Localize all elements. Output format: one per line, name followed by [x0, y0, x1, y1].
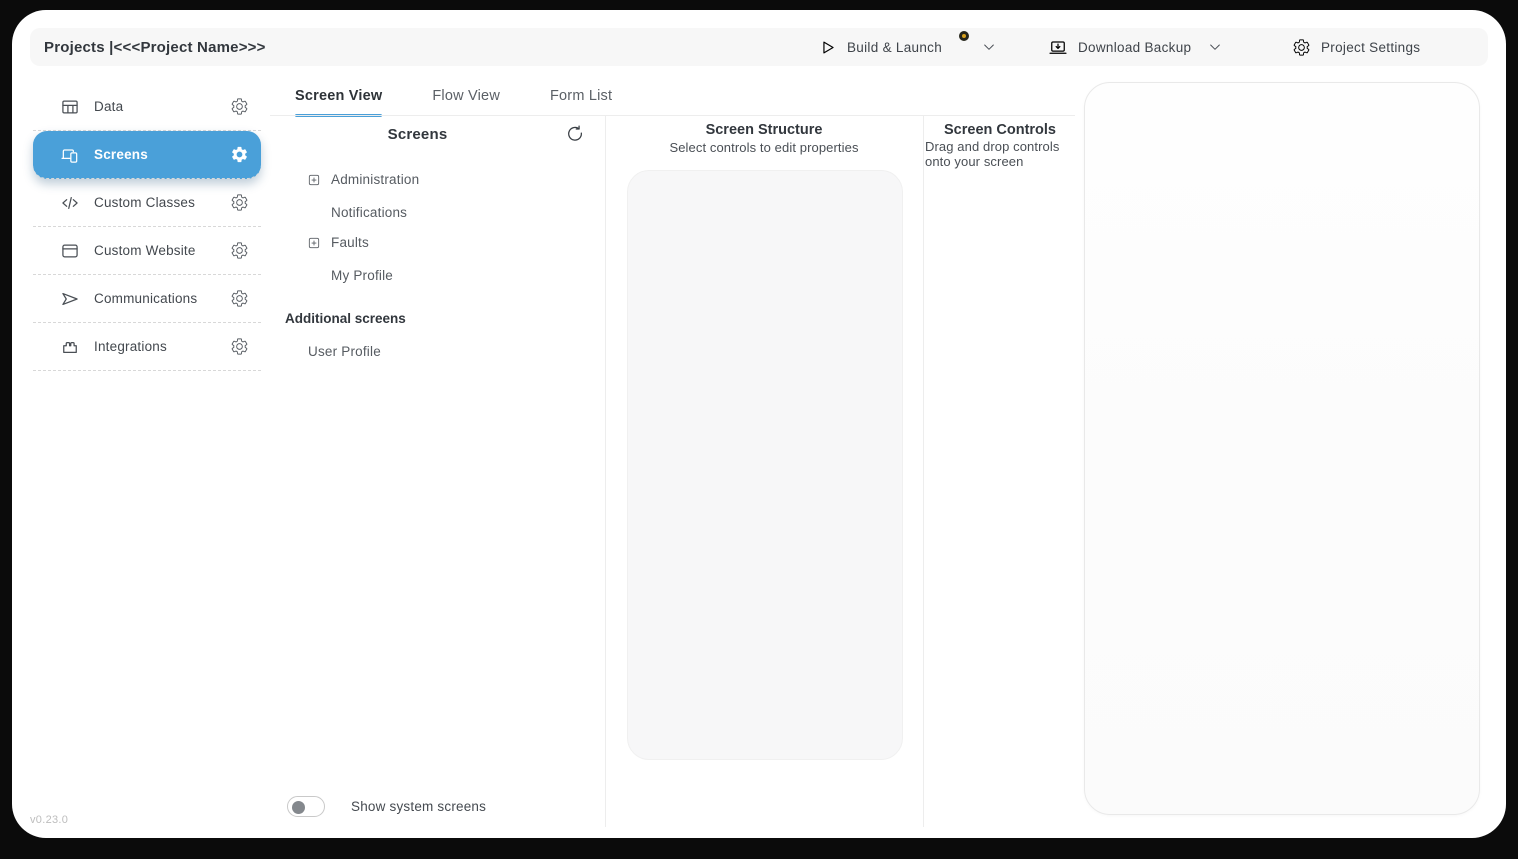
build-launch-button[interactable]: Build & Launch — [818, 28, 997, 66]
gear-icon[interactable] — [230, 289, 249, 308]
sidebar-item-screens[interactable]: Screens — [33, 131, 261, 179]
panel-divider — [605, 115, 606, 827]
sidebar-item-custom-website[interactable]: Custom Website — [33, 227, 261, 275]
status-badge — [959, 31, 970, 41]
screen-structure-canvas[interactable] — [627, 170, 903, 760]
sidebar-item-label: Screens — [94, 147, 148, 162]
tab-flow-view[interactable]: Flow View — [421, 88, 511, 117]
tree-item-my-profile[interactable]: My Profile — [331, 268, 393, 283]
sidebar-item-label: Data — [94, 99, 124, 114]
gear-icon[interactable] — [230, 241, 249, 260]
expand-plus-icon[interactable] — [307, 236, 321, 250]
sidebar-item-label: Integrations — [94, 339, 167, 354]
gear-icon[interactable] — [230, 337, 249, 356]
project-settings-button[interactable]: Project Settings — [1292, 28, 1420, 66]
tab-label: Flow View — [432, 88, 500, 104]
sidebar-item-custom-classes[interactable]: Custom Classes — [33, 179, 261, 227]
browser-icon — [60, 241, 80, 261]
screen-structure-subtitle: Select controls to edit properties — [669, 140, 859, 155]
screen-structure-title: Screen Structure — [705, 122, 823, 138]
top-bar: Projects |<<<Project Name>>> Build & Lau… — [30, 28, 1488, 66]
brick-icon — [60, 337, 80, 357]
screen-controls-subtitle: Drag and drop controls onto your screen — [925, 139, 1060, 169]
code-icon — [60, 193, 80, 213]
screens-panel-title: Screens — [387, 125, 448, 143]
sidebar: Data Screens Custom Classes Custom Websi… — [33, 83, 261, 371]
toggle-knob — [292, 800, 305, 814]
build-launch-label: Build & Launch — [847, 39, 943, 55]
tab-form-list[interactable]: Form List — [539, 88, 623, 117]
tree-item-notifications[interactable]: Notifications — [331, 205, 407, 220]
page-title: Projects |<<<Project Name>>> — [44, 38, 266, 56]
gear-icon[interactable] — [230, 193, 249, 212]
sidebar-item-data[interactable]: Data — [33, 83, 261, 131]
app-version: v0.23.0 — [30, 814, 69, 826]
panel-divider — [923, 115, 924, 827]
device-preview[interactable] — [1084, 82, 1480, 815]
tree-item-label: User Profile — [308, 344, 381, 359]
toggle-label: Show system screens — [351, 799, 487, 814]
tabs-divider — [270, 115, 1075, 116]
chevron-down-icon[interactable] — [1207, 39, 1223, 55]
sidebar-item-label: Custom Website — [94, 243, 196, 258]
sidebar-item-label: Custom Classes — [94, 195, 196, 210]
tree-item-label: My Profile — [331, 268, 394, 283]
download-backup-button[interactable]: Download Backup — [1048, 28, 1223, 66]
screens-panel-header: Screens — [270, 124, 605, 144]
project-settings-label: Project Settings — [1321, 39, 1421, 55]
devices-icon — [60, 145, 80, 165]
refresh-icon[interactable] — [565, 124, 585, 144]
tree-item-label: Administration — [331, 172, 420, 187]
gear-icon — [1292, 38, 1311, 57]
tree-item-label: Faults — [331, 235, 369, 250]
view-tabs: Screen View Flow View Form List — [284, 88, 651, 117]
sidebar-item-label: Communications — [94, 291, 198, 306]
app-window: Projects |<<<Project Name>>> Build & Lau… — [12, 10, 1506, 838]
gear-icon[interactable] — [230, 97, 249, 116]
play-icon — [818, 38, 837, 57]
chevron-down-icon[interactable] — [981, 39, 997, 55]
tab-label: Form List — [549, 88, 613, 104]
download-icon — [1048, 37, 1068, 57]
expand-plus-icon[interactable] — [307, 173, 321, 187]
tab-label: Screen View — [295, 88, 383, 104]
tab-screen-view[interactable]: Screen View — [284, 88, 393, 117]
show-system-screens-toggle-row[interactable]: Show system screens — [287, 796, 486, 817]
tree-item-administration[interactable]: Administration — [307, 172, 419, 187]
gear-icon[interactable] — [230, 145, 249, 164]
toggle-switch[interactable] — [287, 796, 325, 817]
tree-item-faults[interactable]: Faults — [307, 235, 369, 250]
additional-screens-header: Additional screens — [285, 311, 406, 326]
screen-controls-title: Screen Controls — [944, 122, 1056, 138]
send-icon — [60, 289, 80, 309]
download-backup-label: Download Backup — [1078, 39, 1192, 55]
sidebar-item-communications[interactable]: Communications — [33, 275, 261, 323]
table-icon — [60, 97, 80, 117]
sidebar-item-integrations[interactable]: Integrations — [33, 323, 261, 371]
tree-item-label: Notifications — [331, 205, 408, 220]
tree-item-user-profile[interactable]: User Profile — [308, 344, 381, 359]
